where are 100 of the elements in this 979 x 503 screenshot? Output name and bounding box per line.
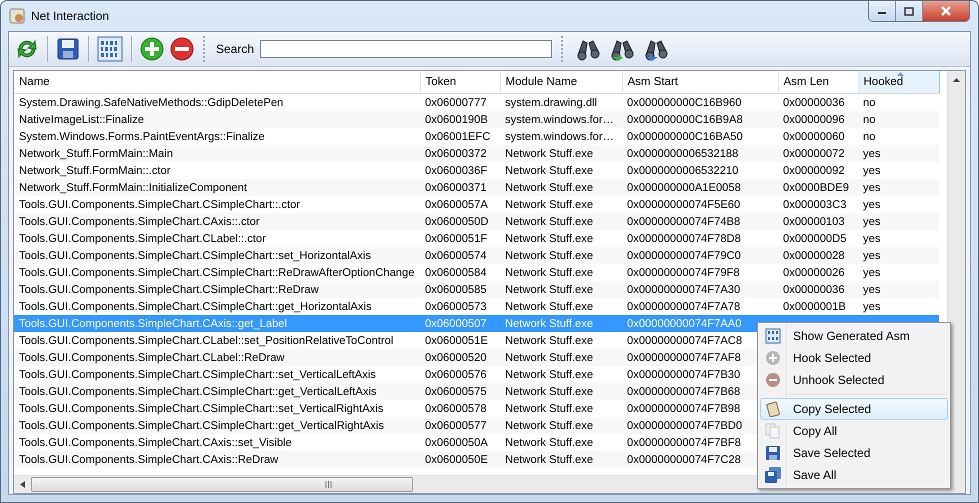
table-cell: Network Stuff.exe	[505, 148, 594, 160]
table-cell: Network Stuff.exe	[505, 436, 594, 448]
table-cell: 0x0600050E	[425, 454, 488, 466]
table-cell: 0x06000578	[425, 402, 487, 414]
table-cell: 0x000000000C16B9A8	[627, 114, 743, 126]
table-cell[interactable]: Tools.GUI.Components.SimpleChart.CSimpleChart::.ctor	[19, 198, 300, 210]
clipboard-icon	[765, 401, 781, 417]
minimize-button[interactable]	[869, 1, 896, 21]
table-cell: Network Stuff.exe	[505, 334, 594, 346]
menu-item[interactable]: Copy All	[760, 420, 948, 442]
table-cell: 0x00000000074F7B68	[627, 386, 740, 398]
table-cell: yes	[863, 300, 880, 312]
close-icon	[940, 6, 952, 16]
menu-item[interactable]: Hook Selected	[760, 347, 948, 369]
table-cell: Network Stuff.exe	[505, 420, 594, 432]
table-cell: system.windows.for…	[505, 114, 614, 126]
table-cell: Network Stuff.exe	[505, 266, 594, 278]
table-cell: 0x06000584	[425, 266, 487, 278]
table-cell: Network Stuff.exe	[505, 368, 594, 380]
table-cell: yes	[863, 232, 880, 244]
table-cell: yes	[863, 164, 880, 176]
table-cell: Network Stuff.exe	[505, 402, 594, 414]
column-header[interactable]: Hooked	[858, 71, 939, 94]
table-cell: 0x00000036	[783, 284, 845, 296]
table-cell: Network Stuff.exe	[505, 232, 594, 244]
table-cell: yes	[863, 148, 880, 160]
table-cell: 0x0000000006532188	[627, 148, 738, 160]
column-header[interactable]: Name	[14, 71, 420, 94]
column-header[interactable]: Asm Len	[778, 71, 858, 94]
table-cell: 0x0600050A	[425, 436, 488, 448]
binary-icon[interactable]	[97, 36, 123, 62]
table-cell: 0x0600190B	[425, 114, 488, 126]
menu-item[interactable]: Show Generated Asm	[760, 325, 948, 347]
refresh-icon[interactable]	[15, 37, 39, 61]
table-cell: 0x00000000074F7AC8	[627, 334, 742, 346]
table-cell: 0x00000000074F7C28	[627, 454, 741, 466]
scroll-up-icon[interactable]	[953, 78, 960, 82]
table-cell[interactable]: Tools.GUI.Components.SimpleChart.CLabel::set_PositionRelativeToControl	[19, 334, 394, 346]
table-cell: 0x06000574	[425, 250, 487, 262]
save-icon[interactable]	[56, 37, 80, 61]
scrollbar-thumb[interactable]	[31, 477, 413, 492]
table-cell: 0x06000371	[425, 182, 487, 194]
table-cell[interactable]: Tools.GUI.Components.SimpleChart.CSimpleChart::get_HorizontalAxis	[19, 300, 372, 312]
maximize-button[interactable]	[896, 1, 923, 21]
table-cell: 0x000000000C16BA50	[627, 130, 743, 142]
table-cell: Network Stuff.exe	[505, 216, 594, 228]
table-cell: Network Stuff.exe	[505, 164, 594, 176]
table-cell: Network Stuff.exe	[505, 198, 594, 210]
table-cell: 0x00000000074F7B30	[627, 368, 740, 380]
scroll-left-icon[interactable]	[20, 481, 25, 488]
table-cell: 0x0000001B	[783, 300, 846, 312]
table-cell[interactable]: Tools.GUI.Components.SimpleChart.CAxis::set_Visible	[19, 436, 292, 448]
table-cell: 0x06000372	[425, 148, 487, 160]
table-cell: 0x00000096	[783, 114, 845, 126]
column-header[interactable]: Module Name	[500, 71, 622, 94]
copy-icon	[765, 423, 781, 439]
table-cell[interactable]: Network_Stuff.FormMain::.ctor	[19, 164, 170, 176]
remove-icon[interactable]	[170, 37, 194, 61]
table-cell: 0x0600057A	[425, 198, 488, 210]
table-cell: 0x06000576	[425, 368, 487, 380]
table-cell: 0x0600050D	[425, 216, 488, 228]
table-cell: 0x0000000006532210	[627, 164, 738, 176]
table-cell[interactable]: System.Drawing.SafeNativeMethods::GdipDeletePen	[19, 96, 284, 108]
menu-item[interactable]: Save Selected	[760, 442, 948, 464]
table-cell: 0x00000000074F74B8	[627, 216, 740, 228]
table-cell: 0x06000507	[425, 318, 487, 330]
table-cell: 0x06000585	[425, 284, 487, 296]
table-cell[interactable]: Tools.GUI.Components.SimpleChart.CLabel::.ctor	[19, 232, 266, 244]
close-button[interactable]	[923, 1, 969, 21]
table-cell: 0x000000000A1E0058	[627, 182, 741, 194]
table-cell: yes	[863, 216, 880, 228]
table-cell: Network Stuff.exe	[505, 352, 594, 364]
search-field[interactable]	[260, 40, 552, 58]
remove-icon	[765, 372, 781, 388]
table-cell: yes	[863, 250, 880, 262]
table-cell[interactable]: Tools.GUI.Components.SimpleChart.CSimpleChart::set_VerticalRightAxis	[19, 402, 384, 414]
table-cell: yes	[863, 266, 880, 278]
table-cell: 0x00000026	[783, 266, 845, 278]
column-header[interactable]: Token	[420, 71, 500, 94]
add-icon[interactable]	[140, 37, 164, 61]
table-cell: system.windows.for…	[505, 130, 614, 142]
table-cell[interactable]: Tools.GUI.Components.SimpleChart.CSimpleChart::set_VerticalLeftAxis	[19, 368, 376, 380]
table-cell: 0x00000000074F7BD0	[627, 420, 742, 432]
table-cell[interactable]: Tools.GUI.Components.SimpleChart.CSimpleChart::ReDrawAfterOptionChange	[19, 266, 414, 278]
vertical-scrollbar[interactable]	[947, 71, 965, 493]
table-cell: 0x000000D5	[783, 232, 846, 244]
menu-item[interactable]: Save All	[760, 464, 948, 486]
column-header[interactable]: Asm Start	[622, 71, 778, 94]
table-cell: 0x00000060	[783, 130, 845, 142]
table-cell: 0x06000777	[425, 96, 487, 108]
sort-arrow-icon	[896, 72, 904, 76]
menu-item[interactable]: Copy Selected	[760, 398, 948, 420]
table-cell: yes	[863, 198, 880, 210]
table-cell: 0x00000000074F7A30	[627, 284, 740, 296]
table-cell: system.drawing.dll	[505, 96, 598, 108]
table-cell[interactable]: System.Windows.Forms.PaintEventArgs::Finalize	[19, 130, 265, 142]
save-icon	[765, 445, 781, 461]
save-multiple-icon	[765, 467, 781, 483]
menu-item[interactable]: Unhook Selected	[760, 369, 948, 391]
table-cell: 0x00000000074F7B98	[627, 402, 740, 414]
